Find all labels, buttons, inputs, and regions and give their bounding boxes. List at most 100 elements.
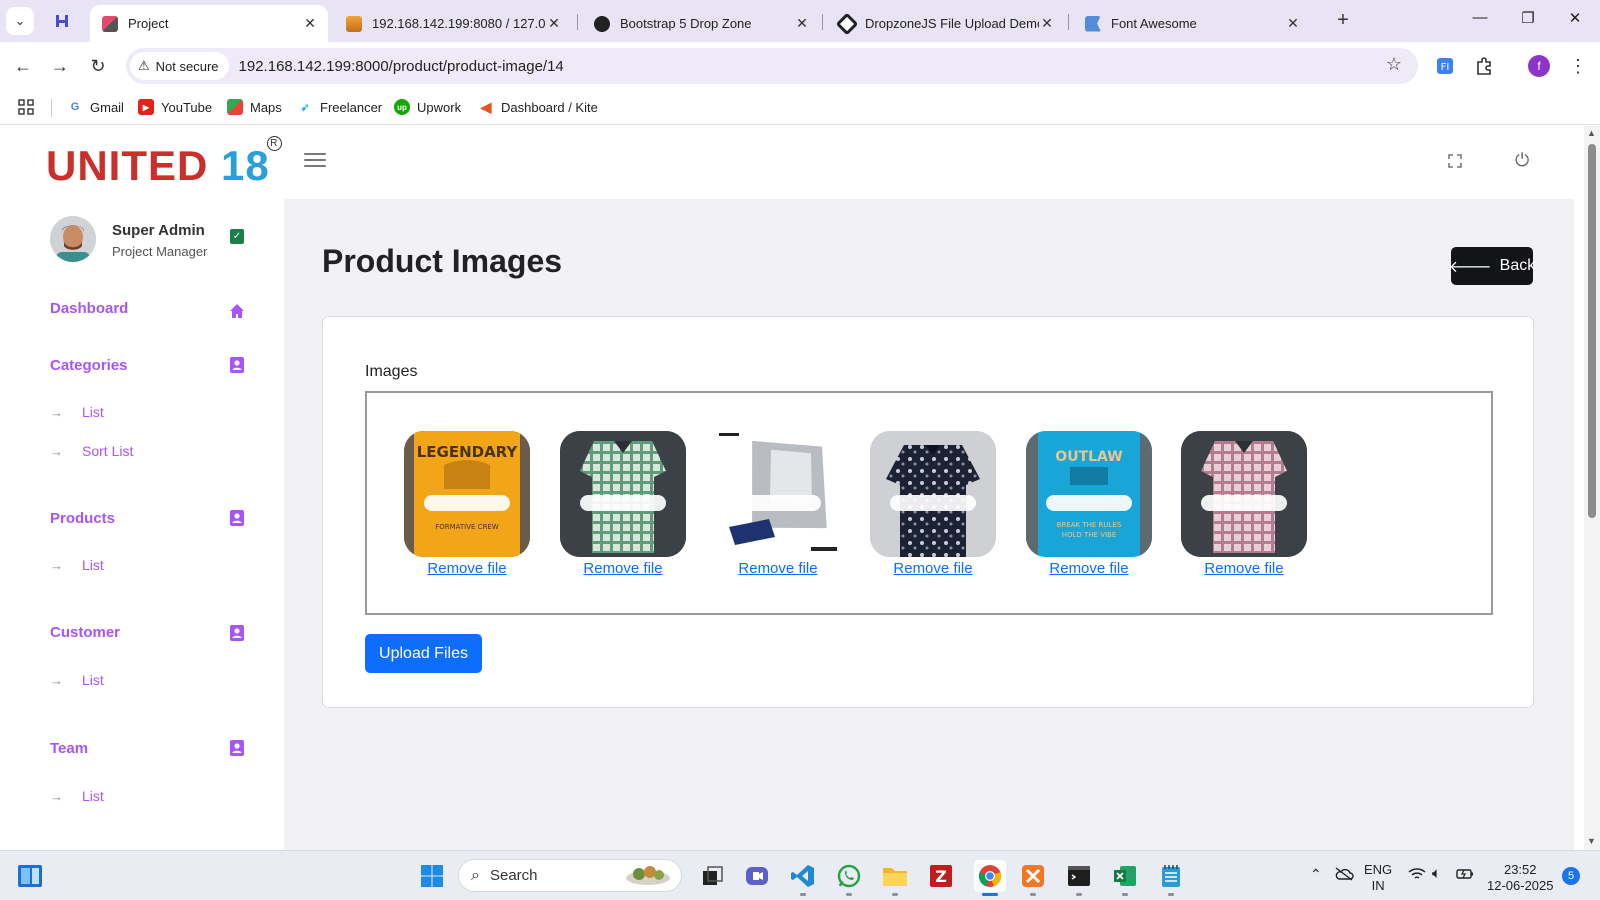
- workspace-icon[interactable]: [48, 7, 76, 35]
- url-text[interactable]: 192.168.142.199:8000/product/product-ima…: [239, 58, 564, 75]
- remove-file-link[interactable]: Remove file: [870, 560, 996, 577]
- battery-icon[interactable]: [1456, 867, 1474, 885]
- hamburger-menu-icon[interactable]: [304, 153, 326, 167]
- address-bar[interactable]: ⚠ Not secure 192.168.142.199:8000/produc…: [126, 48, 1418, 84]
- puzzle-extensions-icon[interactable]: [1472, 54, 1496, 78]
- image-dropzone[interactable]: LEGENDARY FORMATIVE CREW Remove file Rem…: [365, 391, 1493, 615]
- filezilla-icon[interactable]: Z: [928, 863, 954, 889]
- upload-files-button[interactable]: Upload Files: [365, 634, 482, 673]
- onedrive-offline-icon[interactable]: [1334, 866, 1354, 886]
- bookmark-kite[interactable]: ◀ Dashboard / Kite: [478, 95, 598, 119]
- page-scrollbar[interactable]: ▲ ▼: [1584, 126, 1600, 850]
- sidebar-item-customer[interactable]: Customer: [50, 624, 120, 641]
- sidebar-subitem-categories-list[interactable]: → List: [50, 404, 104, 420]
- task-view-icon[interactable]: [700, 863, 726, 889]
- browser-menu-icon[interactable]: ⋮: [1566, 54, 1590, 78]
- new-tab-button[interactable]: +: [1331, 9, 1355, 32]
- sidebar-item-categories[interactable]: Categories: [50, 357, 128, 374]
- bookmark-maps[interactable]: Maps: [227, 95, 282, 119]
- back-arrow-icon[interactable]: ←: [11, 54, 35, 78]
- remove-file-link[interactable]: Remove file: [1181, 560, 1307, 577]
- notepad-icon[interactable]: [1158, 863, 1184, 889]
- tab-search-button[interactable]: ⌄: [6, 7, 34, 35]
- sidebar-item-team[interactable]: Team: [50, 740, 88, 757]
- wifi-icon[interactable]: [1408, 867, 1426, 885]
- widgets-icon[interactable]: [17, 863, 43, 889]
- bookmark-gmail[interactable]: G Gmail: [67, 95, 124, 119]
- language-indicator[interactable]: ENG IN: [1364, 862, 1392, 894]
- extension-icon[interactable]: FI: [1433, 54, 1457, 78]
- apps-grid-icon[interactable]: [18, 95, 34, 119]
- tab-font-awesome[interactable]: Font Awesome ✕: [1073, 5, 1311, 42]
- file-explorer-icon[interactable]: [882, 863, 908, 889]
- remove-file-link[interactable]: Remove file: [560, 560, 686, 577]
- notification-badge[interactable]: 5: [1562, 867, 1580, 885]
- chrome-icon[interactable]: [974, 860, 1006, 892]
- volume-icon[interactable]: 🔈︎: [1432, 866, 1441, 882]
- scroll-up-icon[interactable]: ▲: [1587, 128, 1596, 138]
- image-preview: Remove file: [870, 431, 996, 577]
- user-avatar[interactable]: [50, 216, 96, 262]
- xampp-icon[interactable]: [1020, 863, 1046, 889]
- product-image-thumbnail[interactable]: OUTLAW BREAK THE RULES HOLD THE VIBE: [1026, 431, 1152, 557]
- main-panel: Product Images 🡐 Back Images LEGENDARY F…: [284, 199, 1574, 850]
- scrollbar-thumb[interactable]: [1588, 144, 1596, 518]
- vscode-icon[interactable]: [790, 863, 816, 889]
- product-image-thumbnail[interactable]: [870, 431, 996, 557]
- sidebar-item-products[interactable]: Products: [50, 510, 115, 527]
- product-image-thumbnail[interactable]: [560, 431, 686, 557]
- whatsapp-icon[interactable]: [836, 863, 862, 889]
- close-window-icon[interactable]: ✕: [1560, 9, 1590, 27]
- windows-start-icon[interactable]: [419, 863, 445, 889]
- show-hidden-icons-icon[interactable]: ⌃: [1310, 866, 1322, 882]
- sidebar-subitem-products-list[interactable]: → List: [50, 557, 104, 573]
- google-icon: G: [70, 101, 80, 113]
- product-image-thumbnail[interactable]: [715, 431, 841, 557]
- close-tab-icon[interactable]: ✕: [302, 15, 318, 32]
- sidebar-subitem-categories-sort[interactable]: → Sort List: [50, 443, 133, 459]
- restore-window-icon[interactable]: ❐: [1513, 9, 1543, 27]
- close-tab-icon[interactable]: ✕: [546, 15, 562, 32]
- close-tab-icon[interactable]: ✕: [1285, 15, 1301, 32]
- brand-logo[interactable]: UNITED 18 R: [46, 136, 282, 190]
- bookmark-youtube[interactable]: ▶ YouTube: [138, 95, 212, 119]
- bookmark-star-icon[interactable]: ☆: [1386, 54, 1402, 75]
- meet-now-icon[interactable]: [744, 863, 770, 889]
- scroll-down-icon[interactable]: ▼: [1587, 836, 1596, 846]
- back-button[interactable]: 🡐 Back: [1449, 247, 1535, 285]
- arrow-right-icon: →: [50, 404, 63, 420]
- tab-dropzonejs-demo[interactable]: DropzoneJS File Upload Demo ✕: [827, 5, 1065, 42]
- clock[interactable]: 23:52 12-06-2025: [1487, 862, 1554, 894]
- tab-project[interactable]: Project ✕: [90, 5, 328, 42]
- bookmark-freelancer[interactable]: ➶ Freelancer: [297, 95, 382, 119]
- tab-bootstrap-dropzone[interactable]: Bootstrap 5 Drop Zone ✕: [582, 5, 820, 42]
- fullscreen-icon[interactable]: [1448, 154, 1462, 168]
- taskbar-search-input[interactable]: ⌕ Search: [458, 859, 682, 892]
- terminal-icon[interactable]: [1066, 863, 1092, 889]
- power-icon[interactable]: ⏻: [1515, 150, 1529, 171]
- product-image-thumbnail[interactable]: [1181, 431, 1307, 557]
- content-area: ⏻ Product Images 🡐 Back Images LEGENDARY…: [284, 126, 1584, 850]
- remove-file-link[interactable]: Remove file: [1026, 560, 1152, 577]
- sidebar-item-dashboard[interactable]: Dashboard: [50, 300, 128, 317]
- close-tab-icon[interactable]: ✕: [794, 15, 810, 32]
- remove-file-link[interactable]: Remove file: [715, 560, 841, 577]
- forward-arrow-icon[interactable]: →: [48, 54, 72, 78]
- site-security-chip[interactable]: ⚠ Not secure: [130, 52, 229, 80]
- minimize-window-icon[interactable]: —: [1465, 9, 1495, 26]
- reload-icon[interactable]: ↻: [86, 54, 110, 78]
- user-role: Project Manager: [112, 244, 208, 259]
- excel-icon[interactable]: [1112, 863, 1138, 889]
- maps-icon: [227, 99, 243, 115]
- sidebar-subitem-customer-list[interactable]: → List: [50, 672, 104, 688]
- product-image-thumbnail[interactable]: LEGENDARY FORMATIVE CREW: [404, 431, 530, 557]
- tab-phpmyadmin[interactable]: 192.168.142.199:8080 / 127.0.0. ✕: [334, 5, 572, 42]
- bookmark-upwork[interactable]: up Upwork: [394, 95, 461, 119]
- profile-avatar[interactable]: f: [1527, 54, 1551, 78]
- progress-bar: [424, 495, 510, 511]
- running-indicator: [800, 893, 806, 896]
- sidebar-subitem-team-list[interactable]: → List: [50, 788, 104, 804]
- remove-file-link[interactable]: Remove file: [404, 560, 530, 577]
- close-tab-icon[interactable]: ✕: [1039, 15, 1055, 32]
- image-preview: LEGENDARY FORMATIVE CREW Remove file: [404, 431, 530, 577]
